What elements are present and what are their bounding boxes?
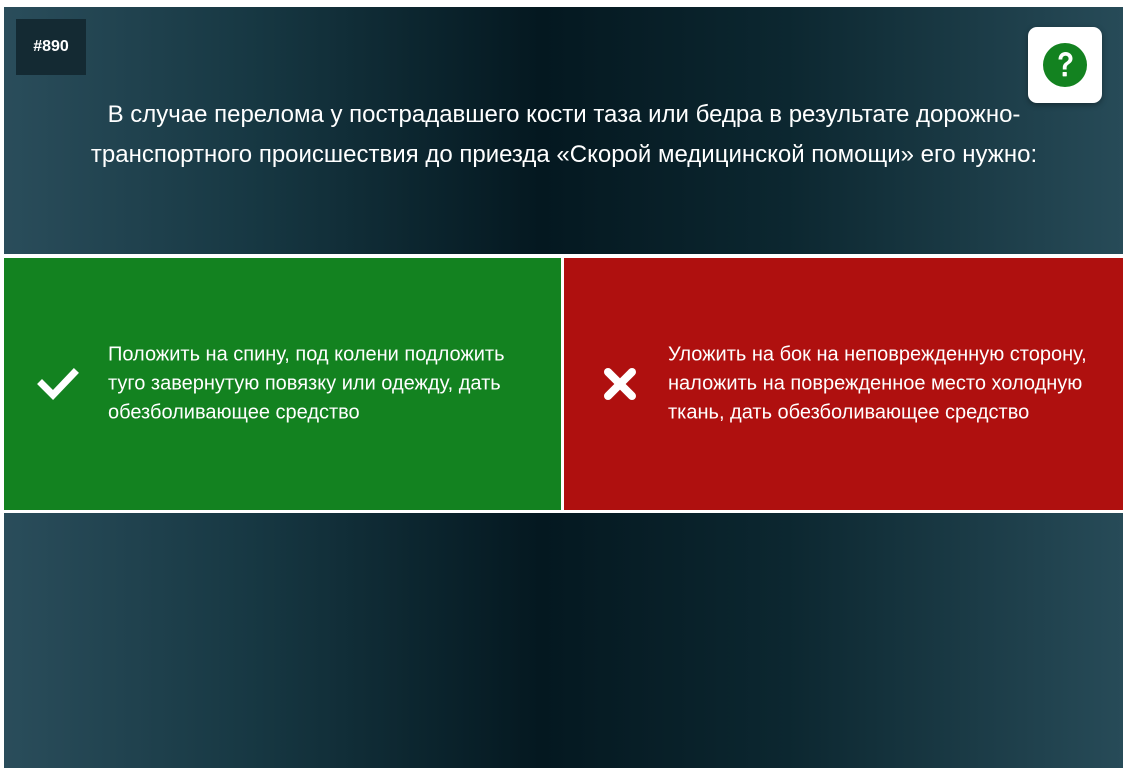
answer-option-1[interactable]: Положить на спину, под колени подложить …: [4, 258, 561, 510]
help-button[interactable]: [1028, 27, 1102, 103]
question-text: В случае перелома у пострадавшего кости …: [90, 101, 1038, 168]
cross-icon: [598, 362, 642, 406]
question-number-badge: #890: [16, 19, 86, 75]
image-area: [4, 513, 1123, 768]
question-circle-icon: [1043, 43, 1087, 87]
quiz-card: #890 В случае перелома у пострадавшего к…: [4, 7, 1123, 768]
answer-option-2[interactable]: Уложить на бок на неповрежденную сторону…: [564, 258, 1123, 510]
answer-option-text: Положить на спину, под колени подложить …: [108, 343, 505, 424]
answer-option-text: Уложить на бок на неповрежденную сторону…: [668, 343, 1087, 424]
check-icon: [36, 362, 80, 406]
question-panel: #890 В случае перелома у пострадавшего к…: [4, 7, 1123, 254]
